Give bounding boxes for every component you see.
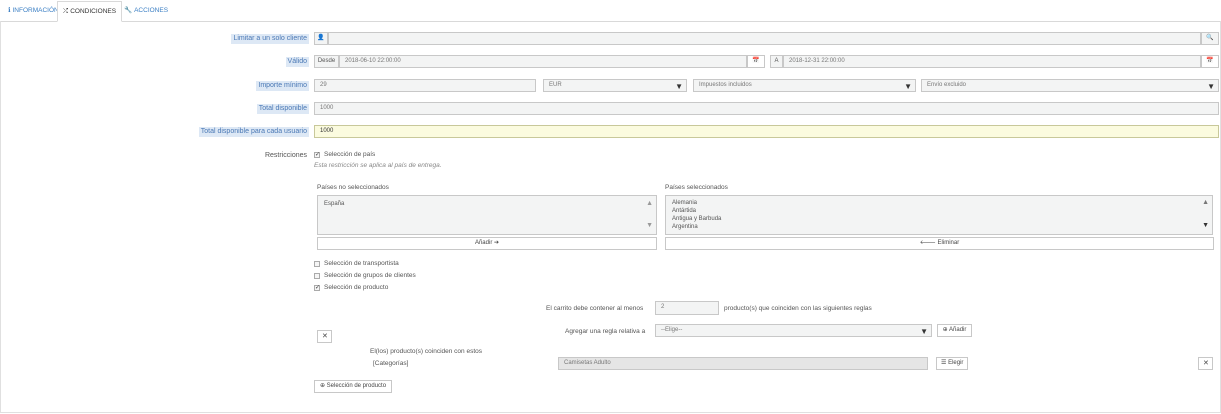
currency-value: EUR: [549, 82, 562, 88]
total-per-user-label: Total disponible para cada usuario: [198, 127, 309, 137]
search-icon[interactable]: 🔍: [1201, 32, 1219, 45]
cart-quantity-input[interactable]: 2: [655, 301, 719, 315]
unselected-countries-title: Países no seleccionados: [317, 184, 389, 191]
tab-informacion[interactable]: ℹ INFORMACIÓN: [3, 1, 64, 22]
shipping-value: Envío excluido: [927, 82, 967, 88]
restrictions-label: Restricciones: [264, 152, 307, 159]
add-product-selection-label: Selección de producto: [326, 383, 387, 389]
add-rule-button[interactable]: ⊕ Añadir: [937, 324, 972, 337]
unselected-countries-list[interactable]: España ▲ ▼: [317, 195, 657, 235]
list-item[interactable]: Argentina: [672, 223, 698, 231]
category-rule-label: [Categorías]: [373, 360, 409, 367]
caret-down-icon: ▼: [904, 82, 912, 91]
scroll-up-icon[interactable]: ▲: [1202, 199, 1209, 206]
arrow-right-icon: ➔: [493, 240, 500, 246]
add-rule-button-label: Añadir: [949, 327, 967, 333]
shuffle-icon: ⤮: [63, 8, 69, 15]
wrench-icon: 🔧: [124, 7, 133, 14]
scroll-up-icon[interactable]: ▲: [646, 200, 653, 207]
add-rule-label: Agregar una regla relativa a: [565, 328, 646, 335]
tab-label: ACCIONES: [134, 7, 169, 14]
caret-down-icon: ▼: [675, 82, 683, 91]
tab-acciones[interactable]: 🔧 ACCIONES: [119, 1, 173, 22]
valid-to-input[interactable]: 2018-12-31 22:00:00: [783, 55, 1201, 68]
carrier-checkbox[interactable]: [314, 261, 320, 267]
product-restriction-label: Selección de producto: [324, 284, 389, 291]
limit-client-label: Limitar a un solo cliente: [231, 34, 309, 44]
tab-bar: ℹ INFORMACIÓN ⤮ CONDICIONES 🔧 ACCIONES: [0, 0, 1221, 22]
carrier-restriction-label: Selección de transportista: [324, 260, 399, 267]
list-icon: ☰: [941, 360, 947, 366]
caret-down-icon: ▼: [1207, 82, 1215, 91]
valid-to-prefix: A: [770, 55, 783, 68]
arrow-left-icon: 🡐: [919, 240, 936, 246]
tab-label: INFORMACIÓN: [12, 7, 59, 14]
customer-groups-checkbox[interactable]: [314, 273, 320, 279]
remove-label: Eliminar: [937, 240, 960, 246]
customer-groups-restriction-label: Selección de grupos de clientes: [324, 272, 416, 279]
country-restriction-label: Selección de país: [324, 151, 376, 158]
country-help-text: Esta restricción se aplica al país de en…: [314, 162, 442, 169]
valid-from-prefix: Desde: [314, 55, 339, 68]
close-icon: ✕: [322, 333, 328, 340]
cart-min-prefix: El carrito debe contener al menos: [546, 305, 644, 312]
valid-label: Válido: [285, 57, 309, 67]
min-amount-input[interactable]: 29: [314, 79, 536, 92]
info-icon: ℹ: [8, 7, 11, 14]
add-label: Añadir: [474, 240, 493, 246]
tax-select[interactable]: Impuestos incluidos ▼: [693, 79, 916, 92]
list-item[interactable]: Antigua y Barbuda: [672, 215, 721, 223]
delete-rule-group-button[interactable]: ✕: [317, 330, 332, 343]
min-amount-label: Importe mínimo: [256, 81, 309, 91]
user-icon: 👤: [314, 32, 328, 45]
calendar-icon[interactable]: 📅: [747, 55, 765, 68]
scroll-down-icon[interactable]: ▼: [1202, 222, 1209, 229]
rule-match-text: El(los) producto(s) coinciden con estos: [370, 348, 482, 355]
tab-label: CONDICIONES: [70, 8, 117, 15]
delete-rule-button[interactable]: ✕: [1198, 357, 1213, 370]
product-checkbox[interactable]: ✓: [314, 285, 320, 291]
total-per-user-input[interactable]: 1000: [314, 125, 1219, 138]
list-item[interactable]: Antártida: [672, 207, 696, 215]
customer-search-input[interactable]: [328, 32, 1201, 45]
choose-button[interactable]: ☰ Elegir: [936, 357, 968, 370]
valid-from-input[interactable]: 2018-06-10 22:00:00: [339, 55, 747, 68]
list-item[interactable]: Alemania: [672, 199, 697, 207]
tab-condiciones[interactable]: ⤮ CONDICIONES: [57, 1, 123, 22]
add-product-selection-button[interactable]: ⊕ Selección de producto: [314, 380, 392, 393]
calendar-icon[interactable]: 📅: [1201, 55, 1219, 68]
list-item[interactable]: España: [324, 200, 344, 208]
selected-countries-title: Países seleccionados: [665, 184, 728, 191]
rule-type-select[interactable]: --Elige-- ▼: [655, 324, 932, 337]
add-country-button[interactable]: Añadir ➔: [317, 237, 657, 250]
shipping-select[interactable]: Envío excluido ▼: [921, 79, 1219, 92]
rule-type-value: --Elige--: [661, 327, 683, 333]
country-checkbox[interactable]: ✓: [314, 152, 320, 158]
caret-down-icon: ▼: [920, 327, 928, 336]
currency-select[interactable]: EUR ▼: [543, 79, 687, 92]
plus-circle-icon: ⊕: [942, 327, 948, 333]
tax-value: Impuestos incluidos: [699, 82, 752, 88]
total-available-label: Total disponible: [256, 104, 309, 114]
scroll-down-icon[interactable]: ▼: [646, 222, 653, 229]
close-icon: ✕: [1203, 360, 1209, 367]
choose-label: Elegir: [948, 360, 964, 366]
category-rule-input[interactable]: Camisetas Adulto: [558, 357, 928, 370]
remove-country-button[interactable]: 🡐 Eliminar: [665, 237, 1214, 250]
cart-min-suffix: producto(s) que coinciden con las siguie…: [724, 305, 872, 312]
plus-circle-icon: ⊕: [319, 383, 325, 389]
total-available-input[interactable]: 1000: [314, 102, 1219, 115]
selected-countries-list[interactable]: Alemania Antártida Antigua y Barbuda Arg…: [665, 195, 1213, 235]
